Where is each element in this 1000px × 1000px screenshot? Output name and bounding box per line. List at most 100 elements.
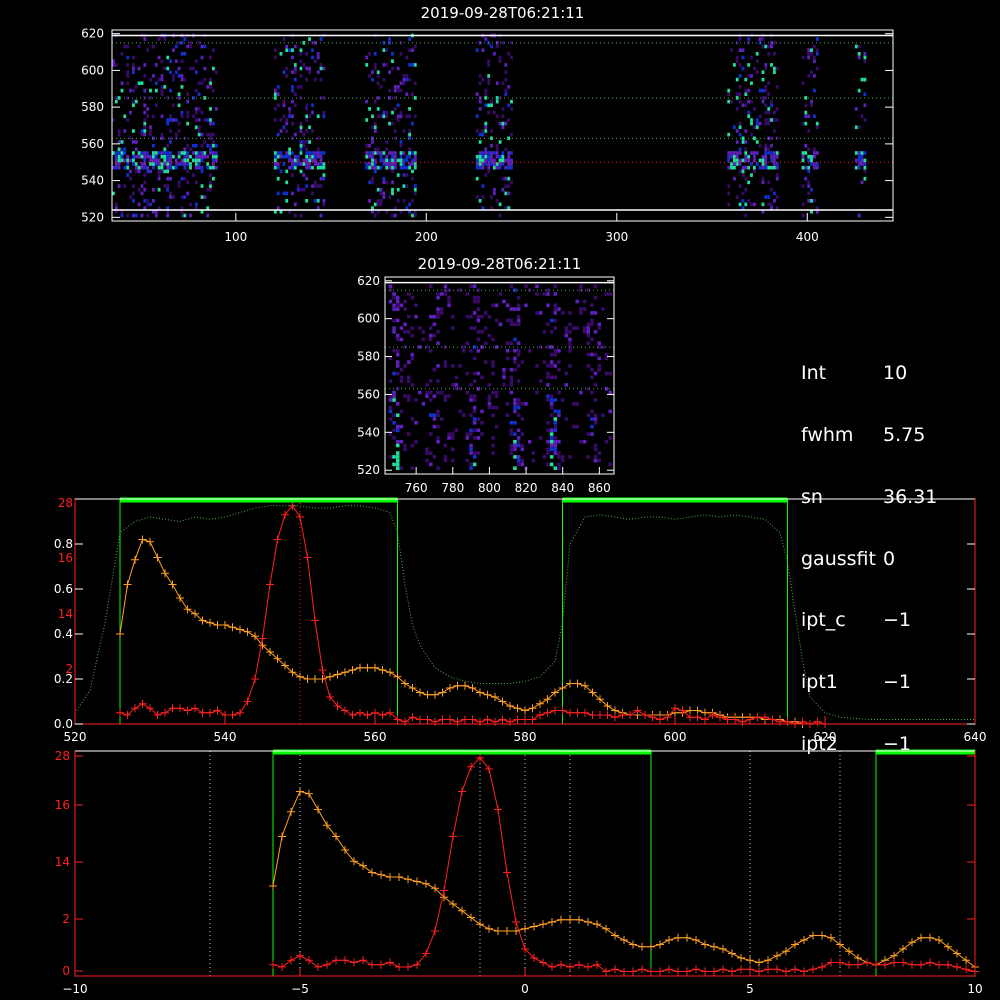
spectrogram-pixel <box>365 63 369 67</box>
data-point-orange <box>566 915 574 924</box>
data-point-red <box>710 967 718 976</box>
spectrogram-pixel <box>727 154 731 159</box>
spectrogram-pixel <box>194 158 198 163</box>
spectrogram-pixel <box>322 202 326 207</box>
y-tick-label: 0.4 <box>54 627 73 641</box>
data-point-orange <box>303 675 312 683</box>
spectrogram-pixel <box>750 132 753 137</box>
spectrogram-pixel <box>313 158 317 163</box>
spectrogram-pixel <box>553 421 557 425</box>
spectrogram-pixel <box>408 129 411 133</box>
spectrogram-pixel <box>546 292 550 296</box>
data-point-red <box>251 675 259 683</box>
spectrogram-pixel <box>140 162 144 166</box>
spectrogram-pixel <box>513 409 517 414</box>
data-point-red <box>305 956 313 965</box>
spectrogram-pixel <box>475 129 479 133</box>
spectrogram-pixel <box>753 165 756 170</box>
data-point-red <box>962 965 970 974</box>
spectrogram-pixel <box>593 295 598 300</box>
spectrogram-pixel <box>319 77 323 82</box>
spectrogram-pixel <box>857 55 861 60</box>
y-tick-label: 620 <box>357 274 380 288</box>
spectrogram-pixel <box>586 330 590 334</box>
spectrogram-pixel <box>399 367 404 372</box>
spectrogram-pixel <box>568 330 572 334</box>
spectrogram-pixel <box>491 451 495 455</box>
spectrogram-pixel <box>557 360 561 364</box>
spectrogram-pixel <box>209 165 212 170</box>
spectrogram-pixel <box>440 390 444 395</box>
spectrogram-pixel <box>166 184 170 188</box>
data-point-orange <box>363 663 372 672</box>
spectrogram-pixel <box>376 199 380 203</box>
spectrogram-pixel <box>436 311 440 315</box>
spectrogram-pixel <box>493 158 496 163</box>
spectrogram-pixel <box>126 158 130 163</box>
spectrogram-pixel <box>472 455 477 459</box>
x-tick-label: −10 <box>62 982 87 996</box>
spectrogram-pixel <box>451 458 455 463</box>
spectrogram-pixel <box>476 451 481 455</box>
spectrogram-pixel <box>582 439 587 444</box>
spectrogram-pixel <box>553 436 557 440</box>
spectrogram-pixel <box>393 162 397 166</box>
spectrogram-pixel <box>582 299 587 304</box>
spectrogram-pixel <box>863 158 867 163</box>
spectrogram-pixel <box>494 424 499 429</box>
spectrogram-pixel <box>399 140 403 144</box>
spectrogram-pixel <box>143 103 147 108</box>
spectrogram-pixel <box>469 466 473 470</box>
spectrogram-pixel <box>481 158 485 163</box>
spectrogram-pixel <box>282 154 286 159</box>
spectrogram-zoom-frame <box>384 276 615 475</box>
spectrogram-pixel <box>738 151 742 155</box>
spectrogram-pixel <box>773 110 776 115</box>
spectrogram-pixel <box>744 88 748 93</box>
x-tick-label: 520 <box>64 730 87 744</box>
spectrogram-pixel <box>411 199 414 203</box>
spectrogram-pixel <box>169 162 172 166</box>
spectrogram-pixel <box>481 77 485 82</box>
spectrogram-pixel <box>484 121 488 126</box>
spectrogram-pixel <box>189 44 192 49</box>
spectrogram-pixel <box>371 176 374 181</box>
spectrogram-pixel <box>322 110 326 115</box>
data-point-orange <box>341 668 349 677</box>
spectrogram-pixel <box>586 432 590 436</box>
spectrogram-pixel <box>502 375 506 380</box>
spectrogram-pixel <box>516 439 521 444</box>
spectrogram-pixel <box>137 154 141 159</box>
spectrogram-pixel <box>146 202 150 207</box>
spectrogram-pixel <box>461 345 466 349</box>
spectrogram-pixel <box>160 132 164 137</box>
spectrogram-pixel <box>382 114 386 119</box>
spectrogram-pixel <box>480 314 484 319</box>
spectrogram-pixel <box>396 424 400 429</box>
spectrogram-pixel <box>385 114 389 119</box>
spectrogram-pixel <box>425 447 429 452</box>
data-point-red <box>944 960 952 969</box>
spectrogram-pixel <box>741 173 745 177</box>
spectrogram-pixel <box>166 162 170 166</box>
spectrogram-pixel <box>206 118 210 122</box>
spectrogram-pixel <box>282 191 286 196</box>
spectrogram-pixel <box>154 88 158 93</box>
spectrogram-pixel <box>549 352 554 357</box>
spectrogram-pixel <box>509 318 514 323</box>
spectrogram-pixel <box>143 88 147 93</box>
readout-value: 5.75 <box>883 423 926 446</box>
data-point-orange <box>314 805 322 814</box>
spectrogram-pixel <box>546 375 550 380</box>
spectrogram-pixel <box>513 439 517 444</box>
spectrogram-pixel <box>276 165 280 170</box>
spectrogram-pixel <box>120 151 124 155</box>
spectrogram-pixel <box>429 326 433 330</box>
spectrogram-pixel <box>368 199 371 203</box>
spectrogram-pixel <box>507 151 511 155</box>
data-point-red <box>458 787 466 796</box>
spectrogram-pixel <box>513 360 517 364</box>
spectrogram-pixel <box>414 314 418 319</box>
spectrogram-pixel <box>192 173 195 177</box>
x-tick-label: 100 <box>224 230 247 244</box>
